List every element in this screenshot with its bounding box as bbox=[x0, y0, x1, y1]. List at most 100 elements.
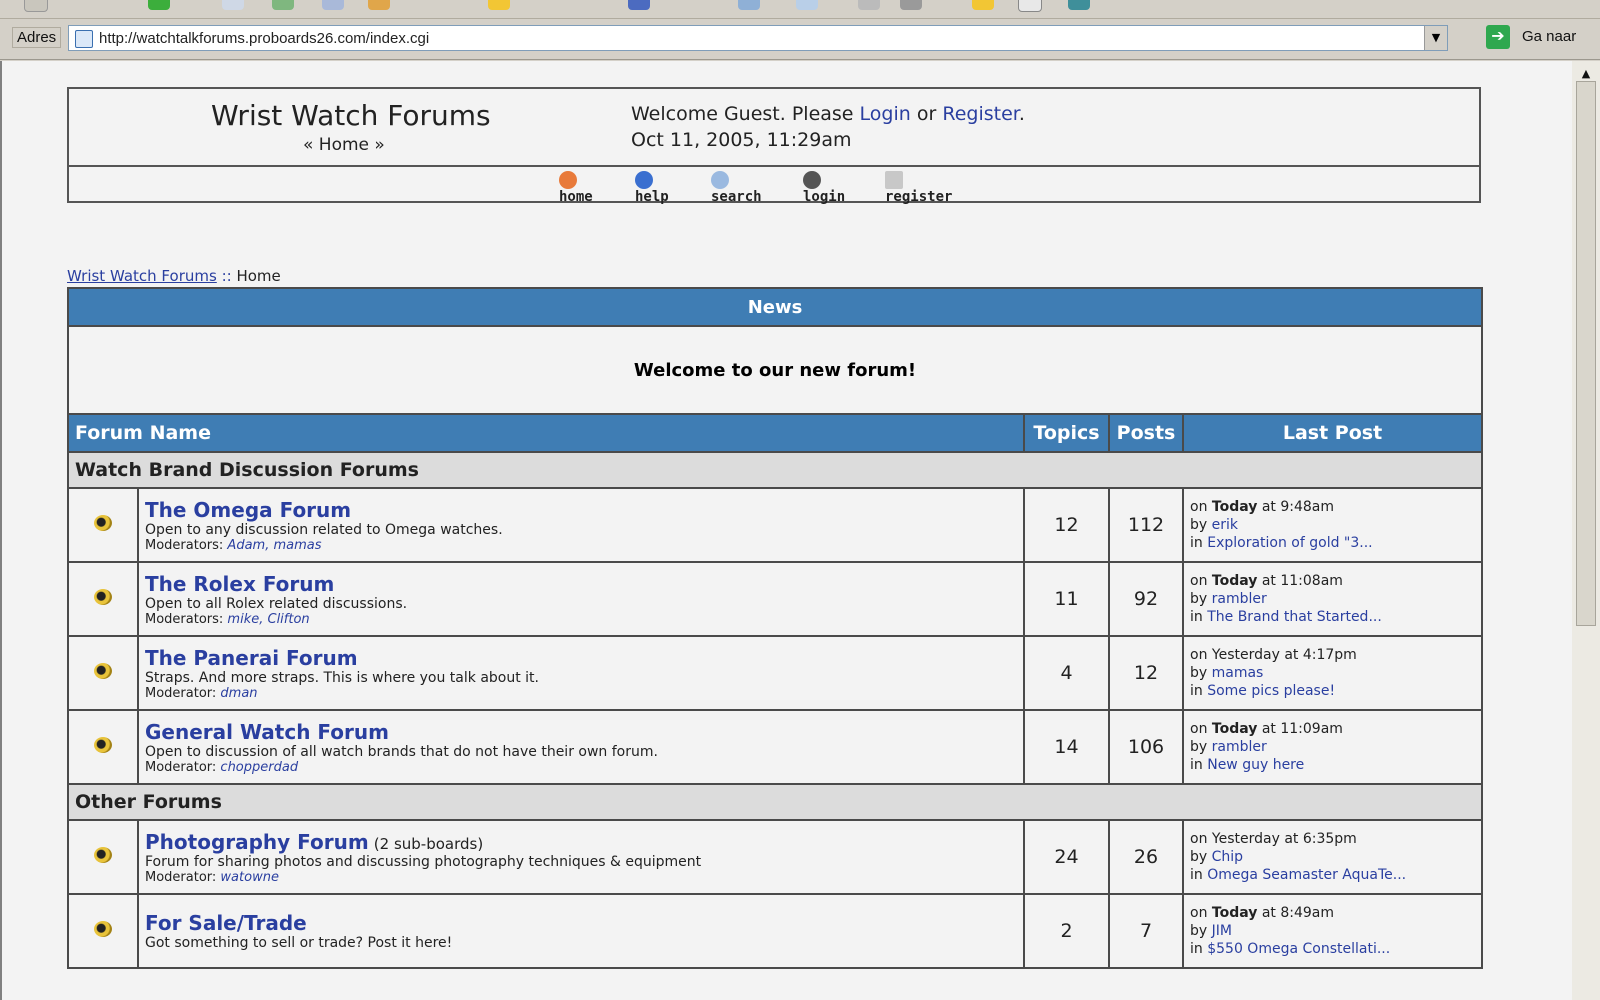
register-link[interactable]: Register bbox=[942, 103, 1018, 125]
go-button[interactable]: ➔ Ga naar bbox=[1486, 24, 1596, 52]
lightbulb-icon bbox=[94, 737, 112, 753]
forum-description: Forum for sharing photos and discussing … bbox=[145, 853, 702, 870]
last-post-thread-link[interactable]: New guy here bbox=[1207, 757, 1304, 773]
forum-description: Open to all Rolex related discussions. bbox=[145, 595, 408, 612]
lightbulb-icon bbox=[94, 663, 112, 679]
welcome-or: or bbox=[916, 103, 937, 125]
nav-home[interactable]: home bbox=[559, 171, 593, 205]
search-icon[interactable] bbox=[368, 0, 390, 10]
media-icon[interactable] bbox=[628, 0, 650, 10]
last-post-thread-link[interactable]: Some pics please! bbox=[1207, 683, 1335, 699]
forum-header: Wrist Watch Forums « Home » Welcome Gues… bbox=[67, 87, 1481, 205]
go-arrow-icon: ➔ bbox=[1486, 25, 1510, 49]
last-post-user-link[interactable]: Chip bbox=[1212, 849, 1243, 865]
url-text[interactable]: http://watchtalkforums.proboards26.com/i… bbox=[99, 30, 429, 47]
favorites-icon[interactable] bbox=[488, 0, 510, 10]
last-post-cell: on Yesterday at 6:35pm by Chip in Omega … bbox=[1181, 819, 1484, 895]
forum-row: General Watch Forum Open to discussion o… bbox=[67, 709, 1484, 785]
last-post-thread-link[interactable]: $550 Omega Constellati... bbox=[1207, 941, 1390, 957]
help-icon bbox=[635, 171, 653, 189]
url-dropdown-icon[interactable]: ▼ bbox=[1424, 26, 1447, 50]
nav-search[interactable]: search bbox=[711, 171, 762, 205]
posts-count: 26 bbox=[1108, 819, 1184, 895]
vertical-scrollbar[interactable]: ▲ bbox=[1572, 61, 1600, 1000]
forum-name-link[interactable]: The Panerai Forum bbox=[145, 646, 1023, 670]
mail-icon[interactable] bbox=[796, 0, 818, 10]
scroll-thumb[interactable] bbox=[1576, 81, 1596, 626]
page-icon[interactable] bbox=[1018, 0, 1042, 12]
messenger-icon[interactable] bbox=[1068, 0, 1090, 10]
forum-name-link[interactable]: The Rolex Forum bbox=[145, 572, 1023, 596]
sub-boards-count: (2 sub-boards) bbox=[373, 834, 484, 853]
last-post-user-link[interactable]: rambler bbox=[1212, 739, 1267, 755]
forum-description: Open to any discussion related to Omega … bbox=[145, 521, 503, 538]
lightbulb-icon bbox=[94, 589, 112, 605]
forum-row: For Sale/Trade Got something to sell or … bbox=[67, 893, 1484, 969]
category-title: Other Forums bbox=[66, 783, 1484, 821]
last-post-column-header: Last Post bbox=[1181, 413, 1484, 453]
forum-description: Got something to sell or trade? Post it … bbox=[145, 935, 453, 951]
nav-register[interactable]: register bbox=[885, 171, 952, 205]
home-icon bbox=[559, 171, 577, 189]
edit-icon[interactable] bbox=[900, 0, 922, 10]
welcome-prefix: Welcome Guest. Please bbox=[631, 103, 854, 125]
refresh-icon[interactable] bbox=[272, 0, 294, 10]
topics-count: 11 bbox=[1023, 561, 1110, 637]
forum-name-link[interactable]: The Omega Forum bbox=[145, 498, 1023, 522]
posts-count: 112 bbox=[1108, 487, 1184, 563]
news-message: Welcome to our new forum! bbox=[66, 325, 1484, 415]
nav-login[interactable]: login bbox=[803, 171, 845, 205]
news-header: News bbox=[66, 287, 1484, 327]
last-post-thread-link[interactable]: The Brand that Started... bbox=[1207, 609, 1382, 625]
breadcrumb-root-link[interactable]: Wrist Watch Forums bbox=[67, 267, 217, 285]
url-input[interactable]: http://watchtalkforums.proboards26.com/i… bbox=[68, 25, 1448, 51]
folder-icon[interactable] bbox=[972, 0, 994, 10]
breadcrumb: Wrist Watch Forums :: Home bbox=[67, 267, 281, 285]
scroll-up-icon[interactable]: ▲ bbox=[1578, 67, 1594, 81]
posts-column-header: Posts bbox=[1108, 413, 1184, 453]
moderator-links[interactable]: Adam, mamas bbox=[227, 538, 321, 553]
stop-icon[interactable] bbox=[222, 0, 244, 10]
forum-description: Straps. And more straps. This is where y… bbox=[145, 669, 539, 686]
topics-count: 12 bbox=[1023, 487, 1110, 563]
header-top: Wrist Watch Forums « Home » Welcome Gues… bbox=[69, 89, 1479, 167]
moderator-links[interactable]: watowne bbox=[220, 870, 279, 885]
last-post-thread-link[interactable]: Omega Seamaster AquaTe... bbox=[1207, 867, 1406, 883]
last-post-user-link[interactable]: JIM bbox=[1212, 923, 1232, 939]
current-date: Oct 11, 2005, 11:29am bbox=[631, 129, 852, 151]
topics-count: 24 bbox=[1023, 819, 1110, 895]
magnifier-icon bbox=[711, 171, 729, 189]
last-post-user-link[interactable]: mamas bbox=[1212, 665, 1264, 681]
topics-count: 4 bbox=[1023, 635, 1110, 711]
last-post-cell: on Today at 9:48am by erik in Exploratio… bbox=[1181, 487, 1484, 563]
last-post-user-link[interactable]: erik bbox=[1212, 517, 1238, 533]
forum-board-table: News Welcome to our new forum! Forum Nam… bbox=[66, 287, 1484, 969]
history-icon[interactable] bbox=[738, 0, 760, 10]
register-icon bbox=[885, 171, 903, 189]
forum-moderators: Moderator: dman bbox=[145, 685, 258, 701]
lightbulb-icon bbox=[94, 515, 112, 531]
forum-name-column-header: Forum Name bbox=[67, 413, 1025, 453]
forum-name-link[interactable]: General Watch Forum bbox=[145, 720, 1023, 744]
topics-column-header: Topics bbox=[1023, 413, 1110, 453]
last-post-user-link[interactable]: rambler bbox=[1212, 591, 1267, 607]
login-link[interactable]: Login bbox=[860, 103, 911, 125]
forum-name-link[interactable]: Photography Forum bbox=[145, 830, 369, 854]
nav-help[interactable]: help bbox=[635, 171, 669, 205]
print-icon[interactable] bbox=[858, 0, 880, 10]
forum-name-link[interactable]: For Sale/Trade bbox=[145, 911, 1023, 935]
moderator-links[interactable]: chopperdad bbox=[220, 760, 298, 775]
forum-row: The Panerai Forum Straps. And more strap… bbox=[67, 635, 1484, 711]
back-icon[interactable] bbox=[24, 0, 48, 12]
welcome-text: Welcome Guest. Please Login or Register. bbox=[631, 103, 1025, 125]
forum-moderators: Moderator: chopperdad bbox=[145, 759, 299, 775]
forward-icon[interactable] bbox=[148, 0, 170, 10]
moderator-links[interactable]: mike, Clifton bbox=[227, 612, 309, 627]
last-post-cell: on Today at 11:08am by rambler in The Br… bbox=[1181, 561, 1484, 637]
breadcrumb-separator: :: bbox=[221, 267, 232, 285]
moderator-links[interactable]: dman bbox=[220, 686, 257, 701]
last-post-thread-link[interactable]: Exploration of gold "3... bbox=[1207, 535, 1372, 551]
home-icon[interactable] bbox=[322, 0, 344, 10]
address-label: Adres bbox=[12, 27, 62, 48]
home-link[interactable]: « Home » bbox=[303, 135, 385, 155]
